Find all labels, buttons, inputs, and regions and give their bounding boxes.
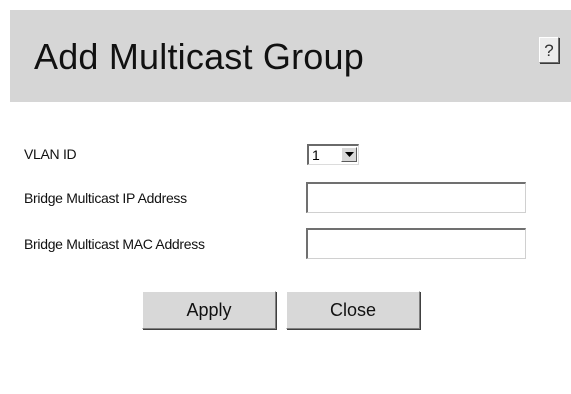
bridge-multicast-mac-label: Bridge Multicast MAC Address xyxy=(24,236,205,252)
title-bar: Add Multicast Group ? xyxy=(10,10,571,102)
chevron-down-icon xyxy=(345,152,354,157)
bridge-multicast-mac-input[interactable] xyxy=(306,228,526,259)
vlan-id-select[interactable]: 1 xyxy=(307,144,359,165)
bridge-multicast-ip-input[interactable] xyxy=(306,182,526,213)
form-panel: VLAN ID 1 Bridge Multicast IP Address Br… xyxy=(10,102,571,384)
close-button[interactable]: Close xyxy=(286,291,420,329)
vlan-id-label: VLAN ID xyxy=(24,146,77,162)
help-button[interactable]: ? xyxy=(539,37,559,63)
select-dropdown-button[interactable] xyxy=(341,147,357,162)
bridge-multicast-ip-label: Bridge Multicast IP Address xyxy=(24,190,187,206)
add-multicast-group-dialog: Add Multicast Group ? VLAN ID 1 Bridge M… xyxy=(10,10,571,384)
apply-button[interactable]: Apply xyxy=(142,291,276,329)
page-title: Add Multicast Group xyxy=(34,36,364,77)
vlan-id-selected-value: 1 xyxy=(312,147,320,163)
